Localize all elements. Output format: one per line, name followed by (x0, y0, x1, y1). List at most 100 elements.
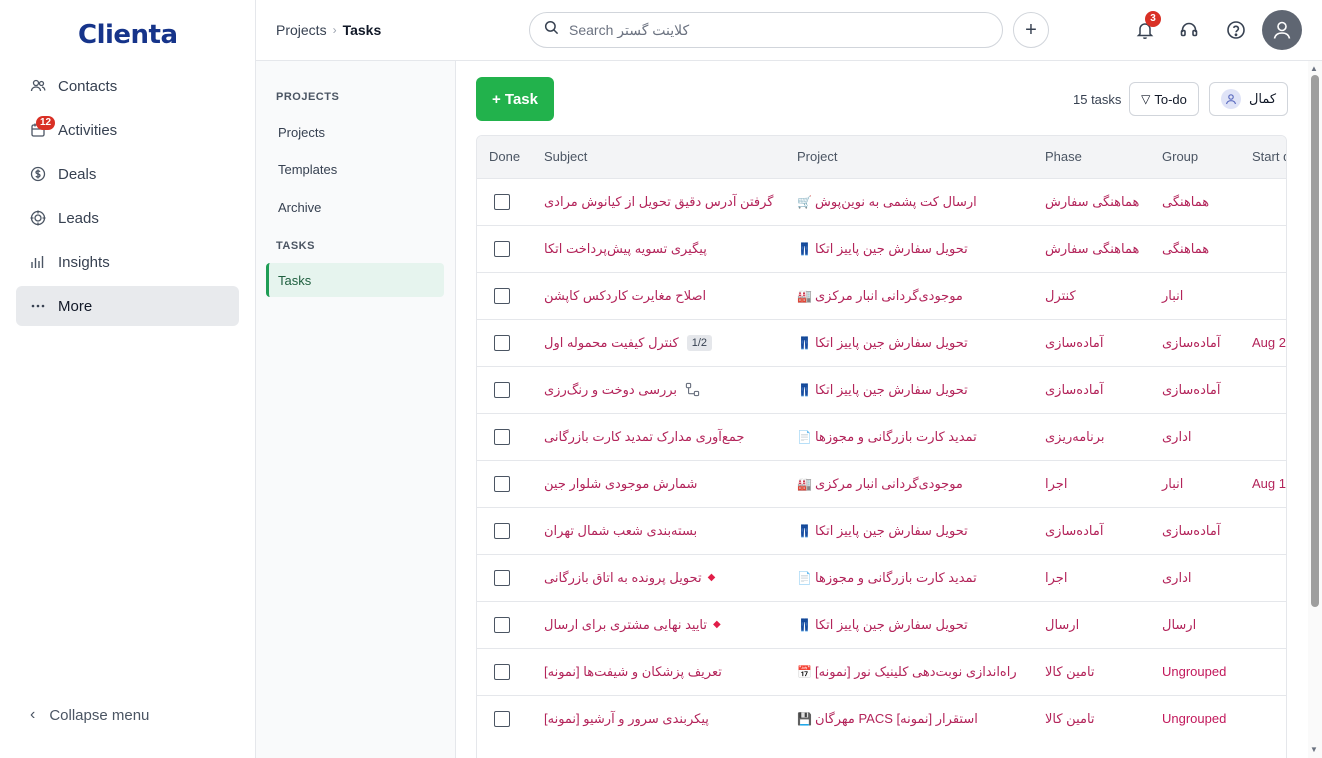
done-checkbox[interactable] (494, 287, 510, 304)
table-row[interactable]: پیکربندی سرور و آرشیو [نمونه] 💾 مهرگان PAC… (477, 694, 1286, 742)
task-start-date (1240, 177, 1286, 225)
breadcrumb-projects-link[interactable]: Projects (276, 22, 327, 38)
nav-item-insights[interactable]: Insights (16, 242, 239, 282)
task-subject-link[interactable]: شمارش موجودی شلوار جین (544, 476, 697, 492)
headset-icon (1180, 22, 1198, 37)
done-checkbox[interactable] (494, 616, 510, 633)
task-phase: تامین کالا (1033, 694, 1150, 742)
assignee-filter-button[interactable]: کمال (1209, 82, 1288, 116)
done-checkbox[interactable] (494, 663, 510, 680)
subnav-item-archive[interactable]: Archive (266, 190, 444, 224)
table-row[interactable]: گرفتن آدرس دقیق تحویل از کیانوش مرادی 🛒 ار… (477, 177, 1286, 225)
task-subject-link[interactable]: پیکربندی سرور و آرشیو [نمونه] (544, 711, 709, 727)
bar-chart-icon (30, 254, 46, 270)
tasks-main: + Task 15 tasks ▽ To-do کمال Done Subjec… (456, 61, 1308, 758)
task-subject-link[interactable]: اصلاح مغایرت کاردکس کاپشن (544, 288, 706, 304)
col-group[interactable]: Group (1150, 136, 1240, 178)
task-project-link[interactable]: تحویل سفارش جین پاییز اتکا (815, 382, 968, 397)
nav-label: Deals (58, 165, 97, 183)
task-project-link[interactable]: تحویل سفارش جین پاییز اتکا (815, 617, 968, 632)
done-checkbox[interactable] (494, 475, 510, 492)
notification-badge: 3 (1145, 11, 1161, 27)
collapse-menu-button[interactable]: ‹ Collapse menu (30, 706, 149, 724)
task-project-link[interactable]: ارسال کت پشمی به نوین‌پوش (815, 194, 977, 209)
col-start-date[interactable]: Start d (1240, 136, 1286, 178)
subnav-item-projects[interactable]: Projects (266, 115, 444, 149)
nav-item-more[interactable]: More (16, 286, 239, 326)
add-task-button[interactable]: + Task (476, 77, 554, 121)
user-avatar[interactable] (1262, 10, 1302, 50)
project-emoji-icon: 📄 (797, 429, 812, 444)
task-project-link[interactable]: مهرگان PACS استقرار [نمونه] (815, 711, 978, 726)
task-project-link[interactable]: راه‌اندازی نوبت‌دهی کلینیک نور [نمونه] (815, 664, 1017, 679)
nav-item-activities[interactable]: 12 Activities (16, 110, 239, 150)
task-subject-link[interactable]: جمع‌آوری مدارک تمدید کارت بازرگانی (544, 429, 744, 445)
task-project-link[interactable]: موجودی‌گردانی انبار مرکزی (815, 288, 963, 303)
task-subject-link[interactable]: پیگیری تسویه پیش‌پرداخت اتکا (544, 241, 707, 257)
done-checkbox[interactable] (494, 240, 510, 257)
task-project-link[interactable]: تحویل سفارش جین پاییز اتکا (815, 241, 968, 256)
task-project-link[interactable]: تحویل سفارش جین پاییز اتکا (815, 335, 968, 350)
done-checkbox[interactable] (494, 334, 510, 351)
task-subject-link[interactable]: بررسی دوخت و رنگ‌رزی (544, 382, 677, 398)
nav-item-leads[interactable]: Leads (16, 198, 239, 238)
done-checkbox[interactable] (494, 569, 510, 586)
task-subject-link[interactable]: کنترل کیفیت محموله اول (544, 335, 679, 351)
task-project-link[interactable]: تمدید کارت بازرگانی و مجوزها (815, 429, 977, 444)
subnav-item-tasks[interactable]: Tasks (266, 263, 444, 297)
task-start-date (1240, 412, 1286, 460)
search-input[interactable] (569, 22, 989, 38)
create-new-button[interactable]: + (1013, 12, 1049, 48)
task-group: انبار (1150, 459, 1240, 507)
project-emoji-icon: 👖 (797, 335, 812, 350)
task-subject-link[interactable]: بسته‌بندی شعب شمال تهران (544, 523, 697, 539)
table-row[interactable]: اصلاح مغایرت کاردکس کاپشن 🏭 موجودی‌گردانی … (477, 271, 1286, 319)
table-row[interactable]: تعریف پزشکان و شیفت‌ها [نمونه] 📅 راه‌انداز… (477, 647, 1286, 695)
task-subject-link[interactable]: گرفتن آدرس دقیق تحویل از کیانوش مرادی (544, 194, 773, 210)
table-row[interactable]: بررسی دوخت و رنگ‌رزی 👖 تحویل سفارش جین پای… (477, 365, 1286, 413)
task-project-link[interactable]: تحویل سفارش جین پاییز اتکا (815, 523, 968, 538)
todo-filter-button[interactable]: ▽ To-do (1129, 82, 1199, 116)
chevron-left-icon: ‹ (30, 706, 36, 723)
nav-label: Insights (58, 253, 110, 271)
scroll-up-arrow-icon[interactable]: ▲ (1310, 64, 1318, 73)
done-checkbox[interactable] (494, 381, 510, 398)
task-subject-link[interactable]: تایید نهایی مشتری برای ارسال (544, 617, 707, 633)
support-button[interactable] (1177, 18, 1201, 42)
done-checkbox[interactable] (494, 193, 510, 210)
project-emoji-icon: 👖 (797, 523, 812, 538)
app-root: Clienta Contacts 12 Activities Deals Lea… (0, 0, 1322, 758)
done-checkbox[interactable] (494, 710, 510, 727)
col-phase[interactable]: Phase (1033, 136, 1150, 178)
done-checkbox[interactable] (494, 522, 510, 539)
task-start-date (1240, 271, 1286, 319)
subnav-item-templates[interactable]: Templates (266, 152, 444, 186)
help-button[interactable] (1224, 18, 1248, 42)
col-done[interactable]: Done (477, 136, 532, 178)
table-row[interactable]: بسته‌بندی شعب شمال تهران 👖 تحویل سفارش جین… (477, 506, 1286, 554)
table-row[interactable]: پیگیری تسویه پیش‌پرداخت اتکا 👖 تحویل سفارش… (477, 224, 1286, 272)
task-project-link[interactable]: موجودی‌گردانی انبار مرکزی (815, 476, 963, 491)
brand-logo[interactable]: Clienta (78, 20, 178, 50)
notifications-button[interactable]: 3 (1133, 11, 1161, 42)
task-project-link[interactable]: تمدید کارت بازرگانی و مجوزها (815, 570, 977, 585)
scrollbar-thumb[interactable] (1311, 75, 1319, 607)
help-icon (1227, 21, 1245, 39)
page-scrollbar[interactable]: ▲ ▼ (1308, 61, 1322, 758)
task-subject-link[interactable]: تعریف پزشکان و شیفت‌ها [نمونه] (544, 664, 722, 680)
activities-badge: 12 (36, 116, 56, 130)
table-row[interactable]: شمارش موجودی شلوار جین 🏭 موجودی‌گردانی انب… (477, 459, 1286, 507)
target-icon (30, 210, 46, 226)
done-checkbox[interactable] (494, 428, 510, 445)
table-row[interactable]: تایید نهایی مشتری برای ارسال ◆ 👖 تحویل سفار… (477, 600, 1286, 648)
task-subject-link[interactable]: تحویل پرونده به اتاق بازرگانی (544, 570, 702, 586)
project-emoji-icon: 📅 (797, 664, 812, 679)
table-row[interactable]: کنترل کیفیت محموله اول 1/2 👖 تحویل سفارش جی… (477, 318, 1286, 366)
col-project[interactable]: Project (785, 136, 1033, 178)
table-row[interactable]: جمع‌آوری مدارک تمدید کارت بازرگانی 📄 تمدید… (477, 412, 1286, 460)
nav-item-deals[interactable]: Deals (16, 154, 239, 194)
col-subject[interactable]: Subject (532, 136, 785, 178)
scroll-down-arrow-icon[interactable]: ▼ (1310, 745, 1318, 754)
table-row[interactable]: تحویل پرونده به اتاق بازرگانی ◆ 📄 تمدید کار… (477, 553, 1286, 601)
nav-item-contacts[interactable]: Contacts (16, 66, 239, 106)
